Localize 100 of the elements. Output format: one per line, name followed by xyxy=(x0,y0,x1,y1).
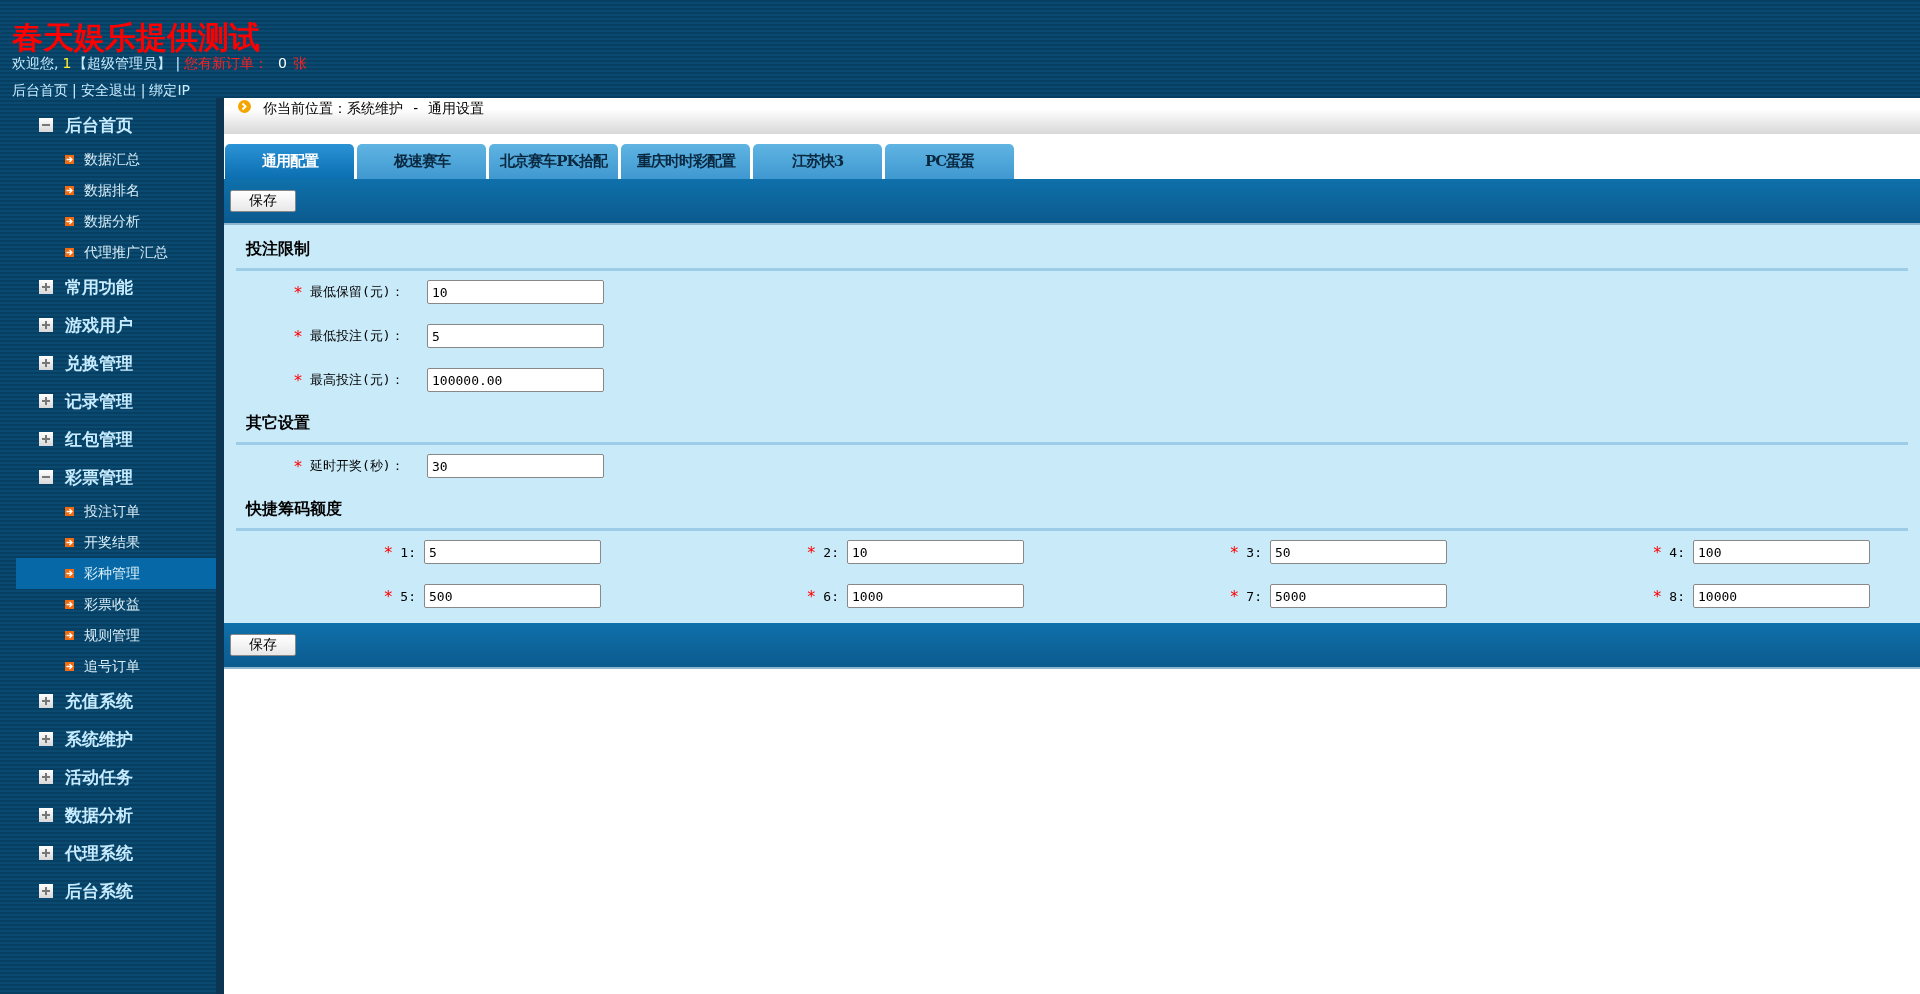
sidebar-item-label: 彩种管理 xyxy=(84,564,140,583)
tab[interactable]: 北京赛车PK拾配 xyxy=(489,144,618,179)
field-label: 1: xyxy=(400,544,416,560)
orders-count: 0 xyxy=(278,54,287,72)
arrow-icon xyxy=(65,569,74,578)
field-label: 3: xyxy=(1246,544,1262,560)
tab[interactable]: PC蛋蛋 xyxy=(885,144,1014,179)
sidebar-item-label: 数据排名 xyxy=(84,181,140,200)
welcome-text: 欢迎您, xyxy=(12,54,59,72)
sidebar-item[interactable]: 开奖结果 xyxy=(16,527,216,558)
section-title: 投注限制 xyxy=(236,229,1908,271)
input-field[interactable]: 500 xyxy=(424,584,601,608)
input-field[interactable]: 10 xyxy=(427,280,604,304)
sidebar-item-label: 开奖结果 xyxy=(84,533,140,552)
field-label: 最高投注(元)： xyxy=(310,371,405,389)
tab[interactable]: 通用配置 xyxy=(225,144,354,179)
required-mark: * xyxy=(1230,586,1239,606)
separator: | xyxy=(140,82,146,100)
sidebar-group[interactable]: 彩票管理 xyxy=(0,458,216,496)
arrow-icon xyxy=(65,248,74,257)
separator: | xyxy=(175,54,181,72)
header-link[interactable]: 安全退出 xyxy=(80,82,137,100)
field-label: 7: xyxy=(1246,588,1262,604)
save-button[interactable]: 保存 xyxy=(230,190,296,212)
arrow-icon xyxy=(65,538,74,547)
sidebar-item-label: 追号订单 xyxy=(84,657,140,676)
arrow-icon xyxy=(65,631,74,640)
required-mark: * xyxy=(294,370,302,390)
required-mark: * xyxy=(1653,542,1662,562)
input-field[interactable]: 10 xyxy=(847,540,1024,564)
arrow-icon xyxy=(65,217,74,226)
required-mark: * xyxy=(294,282,302,302)
sidebar-group[interactable]: 兑换管理 xyxy=(0,344,216,382)
sidebar-group[interactable]: 系统维护 xyxy=(0,720,216,758)
tab[interactable]: 极速赛车 xyxy=(357,144,486,179)
field-label: 8: xyxy=(1669,588,1685,604)
tab[interactable]: 重庆时时彩配置 xyxy=(621,144,750,179)
user-role: 【超级管理员】 xyxy=(73,54,172,72)
field-label: 2: xyxy=(823,544,839,560)
site-title: 春天娱乐提供测试 xyxy=(12,20,261,54)
field-label: 最低保留(元)： xyxy=(310,283,405,301)
arrow-icon xyxy=(65,600,74,609)
sidebar-item[interactable]: 数据排名 xyxy=(16,175,216,206)
sidebar-item[interactable]: 彩种管理 xyxy=(16,558,216,589)
sidebar-item-label: 数据分析 xyxy=(84,212,140,231)
required-mark: * xyxy=(1230,542,1239,562)
sidebar-item[interactable]: 投注订单 xyxy=(16,496,216,527)
required-mark: * xyxy=(807,542,816,562)
input-field[interactable]: 100000.00 xyxy=(427,368,604,392)
arrow-icon xyxy=(65,662,74,671)
sidebar-item-label: 彩票收益 xyxy=(84,595,140,614)
arrow-icon xyxy=(65,186,74,195)
sidebar-item[interactable]: 彩票收益 xyxy=(16,589,216,620)
sidebar-group[interactable]: 活动任务 xyxy=(0,758,216,796)
section-title: 其它设置 xyxy=(236,403,1908,445)
arrow-icon xyxy=(65,155,74,164)
input-field[interactable]: 100 xyxy=(1693,540,1870,564)
required-mark: * xyxy=(807,586,816,606)
sidebar-group[interactable]: 常用功能 xyxy=(0,268,216,306)
required-mark: * xyxy=(1653,586,1662,606)
sidebar-group[interactable]: 后台首页 xyxy=(0,106,216,144)
arrow-icon xyxy=(65,507,74,516)
sidebar-group[interactable]: 数据分析 xyxy=(0,796,216,834)
sidebar-group[interactable]: 后台系统 xyxy=(0,872,216,910)
sidebar-item[interactable]: 数据汇总 xyxy=(16,144,216,175)
orders-label: 您有新订单： xyxy=(184,54,269,72)
breadcrumb-text: 你当前位置：系统维护 - 通用设置 xyxy=(263,100,485,118)
input-field[interactable]: 50 xyxy=(1270,540,1447,564)
sidebar-group[interactable]: 红包管理 xyxy=(0,420,216,458)
sidebar-group[interactable]: 游戏用户 xyxy=(0,306,216,344)
sidebar-group[interactable]: 代理系统 xyxy=(0,834,216,872)
sidebar-item[interactable]: 数据分析 xyxy=(16,206,216,237)
required-mark: * xyxy=(294,456,302,476)
user-id: 1 xyxy=(62,54,72,72)
required-mark: * xyxy=(384,542,393,562)
separator: | xyxy=(72,82,77,100)
tab[interactable]: 江苏快3 xyxy=(753,144,882,179)
field-label: 5: xyxy=(400,588,416,604)
orders-unit: 张 xyxy=(293,54,307,72)
header-link[interactable]: 绑定IP xyxy=(149,82,190,100)
sidebar-item[interactable]: 代理推广汇总 xyxy=(16,237,216,268)
field-label: 4: xyxy=(1669,544,1685,560)
required-mark: * xyxy=(294,326,302,346)
sidebar-item[interactable]: 追号订单 xyxy=(16,651,216,682)
sidebar-item[interactable]: 规则管理 xyxy=(16,620,216,651)
sidebar-item-label: 投注订单 xyxy=(84,502,140,521)
input-field[interactable]: 5 xyxy=(427,324,604,348)
field-label: 延时开奖(秒)： xyxy=(310,457,405,475)
input-field[interactable]: 30 xyxy=(427,454,604,478)
header-link[interactable]: 后台首页 xyxy=(12,82,68,100)
input-field[interactable]: 5 xyxy=(424,540,601,564)
field-label: 最低投注(元)： xyxy=(310,327,405,345)
input-field[interactable]: 1000 xyxy=(847,584,1024,608)
input-field[interactable]: 10000 xyxy=(1693,584,1870,608)
save-button[interactable]: 保存 xyxy=(230,634,296,656)
sidebar-group[interactable]: 充值系统 xyxy=(0,682,216,720)
sidebar-group[interactable]: 记录管理 xyxy=(0,382,216,420)
input-field[interactable]: 5000 xyxy=(1270,584,1447,608)
sidebar-item-label: 数据汇总 xyxy=(84,150,140,169)
sidebar-item-label: 规则管理 xyxy=(84,626,140,645)
